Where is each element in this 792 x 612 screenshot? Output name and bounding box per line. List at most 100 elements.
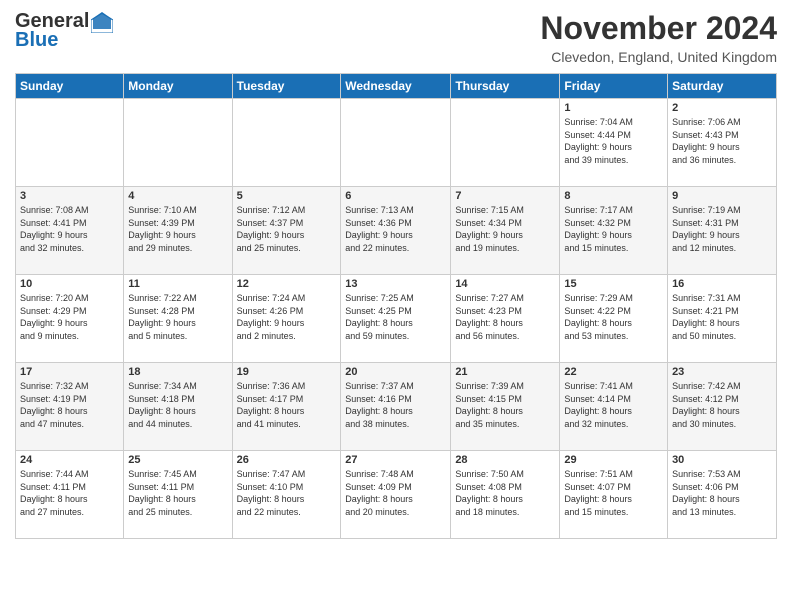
day-info: Sunrise: 7:12 AM Sunset: 4:37 PM Dayligh… — [237, 204, 337, 254]
calendar-cell: 25 Sunrise: 7:45 AM Sunset: 4:11 PM Dayli… — [124, 451, 232, 539]
day-info: Sunrise: 7:20 AM Sunset: 4:29 PM Dayligh… — [20, 292, 119, 342]
day-number: 7 — [455, 190, 555, 202]
location: Clevedon, England, United Kingdom — [540, 49, 777, 65]
calendar-cell: 15Sunrise: 7:29 AM Sunset: 4:22 PM Dayli… — [560, 275, 668, 363]
day-info: Sunrise: 7:45 AM Sunset: 4:11 PM Dayligh… — [128, 468, 227, 518]
day-number: 19 — [237, 366, 337, 378]
day-number: 21 — [455, 366, 555, 378]
header: General Blue November 2024 Clevedon, Eng… — [15, 10, 777, 65]
day-info: Sunrise: 7:50 AM Sunset: 4:08 PM Dayligh… — [455, 468, 555, 518]
day-info: Sunrise: 7:34 AM Sunset: 4:18 PM Dayligh… — [128, 380, 227, 430]
day-number: 3 — [20, 190, 119, 202]
header-sunday: Sunday — [16, 74, 124, 99]
calendar-cell: 26 Sunrise: 7:47 AM Sunset: 4:10 PM Dayli… — [232, 451, 341, 539]
header-monday: Monday — [124, 74, 232, 99]
header-friday: Friday — [560, 74, 668, 99]
calendar-cell: 9 Sunrise: 7:19 AM Sunset: 4:31 PM Daylig… — [668, 187, 777, 275]
day-info: Sunrise: 7:39 AM Sunset: 4:15 PM Dayligh… — [455, 380, 555, 430]
calendar-cell: 5 Sunrise: 7:12 AM Sunset: 4:37 PM Daylig… — [232, 187, 341, 275]
day-info: Sunrise: 7:19 AM Sunset: 4:31 PM Dayligh… — [672, 204, 772, 254]
day-info: Sunrise: 7:15 AM Sunset: 4:34 PM Dayligh… — [455, 204, 555, 254]
month-title: November 2024 — [540, 10, 777, 47]
day-number: 1 — [564, 102, 663, 114]
day-info: Sunrise: 7:24 AM Sunset: 4:26 PM Dayligh… — [237, 292, 337, 342]
day-number: 8 — [564, 190, 663, 202]
day-info: Sunrise: 7:10 AM Sunset: 4:39 PM Dayligh… — [128, 204, 227, 254]
calendar-week-0: 1 Sunrise: 7:04 AM Sunset: 4:44 PM Daylig… — [16, 99, 777, 187]
day-info: Sunrise: 7:53 AM Sunset: 4:06 PM Dayligh… — [672, 468, 772, 518]
calendar-cell: 16 Sunrise: 7:31 AM Sunset: 4:21 PM Dayli… — [668, 275, 777, 363]
calendar-cell: 10Sunrise: 7:20 AM Sunset: 4:29 PM Dayli… — [16, 275, 124, 363]
day-number: 12 — [237, 278, 337, 290]
calendar-cell: 1 Sunrise: 7:04 AM Sunset: 4:44 PM Daylig… — [560, 99, 668, 187]
day-number: 28 — [455, 454, 555, 466]
calendar-week-2: 10Sunrise: 7:20 AM Sunset: 4:29 PM Dayli… — [16, 275, 777, 363]
calendar-cell: 8 Sunrise: 7:17 AM Sunset: 4:32 PM Daylig… — [560, 187, 668, 275]
day-number: 13 — [345, 278, 446, 290]
calendar-cell — [124, 99, 232, 187]
calendar-cell: 21 Sunrise: 7:39 AM Sunset: 4:15 PM Dayli… — [451, 363, 560, 451]
day-info: Sunrise: 7:32 AM Sunset: 4:19 PM Dayligh… — [20, 380, 119, 430]
day-info: Sunrise: 7:17 AM Sunset: 4:32 PM Dayligh… — [564, 204, 663, 254]
day-info: Sunrise: 7:48 AM Sunset: 4:09 PM Dayligh… — [345, 468, 446, 518]
calendar-cell — [451, 99, 560, 187]
day-info: Sunrise: 7:37 AM Sunset: 4:16 PM Dayligh… — [345, 380, 446, 430]
day-info: Sunrise: 7:36 AM Sunset: 4:17 PM Dayligh… — [237, 380, 337, 430]
calendar-cell: 18 Sunrise: 7:34 AM Sunset: 4:18 PM Dayli… — [124, 363, 232, 451]
header-thursday: Thursday — [451, 74, 560, 99]
header-tuesday: Tuesday — [232, 74, 341, 99]
header-wednesday: Wednesday — [341, 74, 451, 99]
day-number: 11 — [128, 278, 227, 290]
calendar-cell: 13 Sunrise: 7:25 AM Sunset: 4:25 PM Dayli… — [341, 275, 451, 363]
day-info: Sunrise: 7:31 AM Sunset: 4:21 PM Dayligh… — [672, 292, 772, 342]
calendar-cell: 19 Sunrise: 7:36 AM Sunset: 4:17 PM Dayli… — [232, 363, 341, 451]
calendar-header-row: Sunday Monday Tuesday Wednesday Thursday… — [16, 74, 777, 99]
day-info: Sunrise: 7:44 AM Sunset: 4:11 PM Dayligh… — [20, 468, 119, 518]
day-info: Sunrise: 7:51 AM Sunset: 4:07 PM Dayligh… — [564, 468, 663, 518]
calendar-cell: 27Sunrise: 7:48 AM Sunset: 4:09 PM Dayli… — [341, 451, 451, 539]
calendar-table: Sunday Monday Tuesday Wednesday Thursday… — [15, 73, 777, 539]
calendar-week-1: 3 Sunrise: 7:08 AM Sunset: 4:41 PM Daylig… — [16, 187, 777, 275]
day-info: Sunrise: 7:06 AM Sunset: 4:43 PM Dayligh… — [672, 116, 772, 166]
calendar-cell: 4 Sunrise: 7:10 AM Sunset: 4:39 PM Daylig… — [124, 187, 232, 275]
day-number: 24 — [20, 454, 119, 466]
day-number: 18 — [128, 366, 227, 378]
day-number: 4 — [128, 190, 227, 202]
day-number: 6 — [345, 190, 446, 202]
calendar-cell: 28 Sunrise: 7:50 AM Sunset: 4:08 PM Dayli… — [451, 451, 560, 539]
day-number: 23 — [672, 366, 772, 378]
logo: General Blue — [15, 10, 113, 52]
day-number: 29 — [564, 454, 663, 466]
day-info: Sunrise: 7:47 AM Sunset: 4:10 PM Dayligh… — [237, 468, 337, 518]
calendar-cell: 24 Sunrise: 7:44 AM Sunset: 4:11 PM Dayli… — [16, 451, 124, 539]
day-number: 22 — [564, 366, 663, 378]
calendar-cell: 22 Sunrise: 7:41 AM Sunset: 4:14 PM Dayli… — [560, 363, 668, 451]
day-number: 20 — [345, 366, 446, 378]
day-number: 17 — [20, 366, 119, 378]
calendar-cell — [341, 99, 451, 187]
calendar-cell — [232, 99, 341, 187]
calendar-week-3: 17 Sunrise: 7:32 AM Sunset: 4:19 PM Dayli… — [16, 363, 777, 451]
calendar-cell: 23 Sunrise: 7:42 AM Sunset: 4:12 PM Dayli… — [668, 363, 777, 451]
day-info: Sunrise: 7:25 AM Sunset: 4:25 PM Dayligh… — [345, 292, 446, 342]
day-number: 5 — [237, 190, 337, 202]
calendar-cell: 12 Sunrise: 7:24 AM Sunset: 4:26 PM Dayli… — [232, 275, 341, 363]
day-info: Sunrise: 7:04 AM Sunset: 4:44 PM Dayligh… — [564, 116, 663, 166]
calendar-cell: 2 Sunrise: 7:06 AM Sunset: 4:43 PM Daylig… — [668, 99, 777, 187]
day-number: 26 — [237, 454, 337, 466]
day-info: Sunrise: 7:08 AM Sunset: 4:41 PM Dayligh… — [20, 204, 119, 254]
day-info: Sunrise: 7:41 AM Sunset: 4:14 PM Dayligh… — [564, 380, 663, 430]
page: General Blue November 2024 Clevedon, Eng… — [0, 0, 792, 612]
day-info: Sunrise: 7:13 AM Sunset: 4:36 PM Dayligh… — [345, 204, 446, 254]
calendar-week-4: 24 Sunrise: 7:44 AM Sunset: 4:11 PM Dayli… — [16, 451, 777, 539]
day-number: 16 — [672, 278, 772, 290]
day-number: 2 — [672, 102, 772, 114]
day-number: 9 — [672, 190, 772, 202]
day-number: 15 — [564, 278, 663, 290]
day-info: Sunrise: 7:22 AM Sunset: 4:28 PM Dayligh… — [128, 292, 227, 342]
calendar-cell: 7 Sunrise: 7:15 AM Sunset: 4:34 PM Daylig… — [451, 187, 560, 275]
calendar-cell: 20 Sunrise: 7:37 AM Sunset: 4:16 PM Dayli… — [341, 363, 451, 451]
header-saturday: Saturday — [668, 74, 777, 99]
day-info: Sunrise: 7:42 AM Sunset: 4:12 PM Dayligh… — [672, 380, 772, 430]
day-number: 25 — [128, 454, 227, 466]
